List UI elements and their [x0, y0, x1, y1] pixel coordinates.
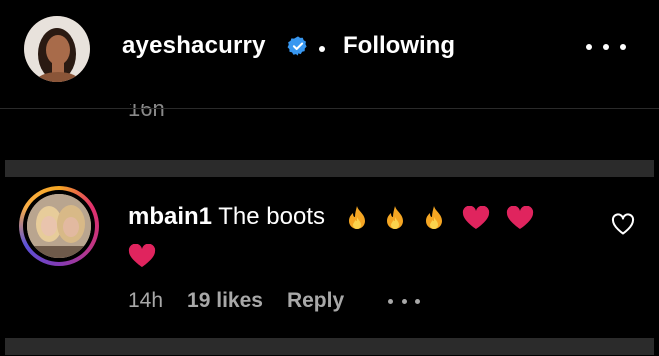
comment-likes[interactable]: 19 likes: [187, 289, 263, 313]
red-heart-emoji: [507, 205, 534, 229]
more-options-icon[interactable]: [388, 298, 421, 304]
divider-band: [5, 338, 654, 355]
separator-dot: [319, 46, 325, 52]
fire-emoji: [348, 205, 365, 229]
fire-emoji: [387, 205, 404, 229]
comment-time: 14h: [128, 289, 164, 312]
following-button[interactable]: Following: [343, 32, 455, 60]
heart-outline-icon[interactable]: [611, 213, 635, 235]
more-options-icon[interactable]: [586, 34, 626, 60]
previous-comment-timestamp: 16h: [128, 104, 165, 121]
comment-meta: 14h 19 likes Reply: [128, 288, 421, 314]
comment-avatar[interactable]: [19, 186, 99, 266]
post-author-username[interactable]: ayeshacurry: [122, 32, 266, 60]
profile-avatar[interactable]: [24, 16, 90, 82]
comment-body: mbain1 The boots: [128, 198, 568, 274]
verified-badge-icon: [287, 36, 307, 56]
fire-emoji: [426, 205, 443, 229]
reply-button[interactable]: Reply: [287, 289, 344, 313]
comment-username[interactable]: mbain1: [128, 203, 212, 230]
post-header: ayeshacurry Following: [0, 0, 659, 108]
red-heart-emoji: [462, 205, 489, 229]
comment-text: The boots: [218, 203, 325, 230]
divider-band: [5, 160, 654, 177]
header-divider: [0, 108, 659, 109]
red-heart-emoji: [128, 243, 156, 267]
